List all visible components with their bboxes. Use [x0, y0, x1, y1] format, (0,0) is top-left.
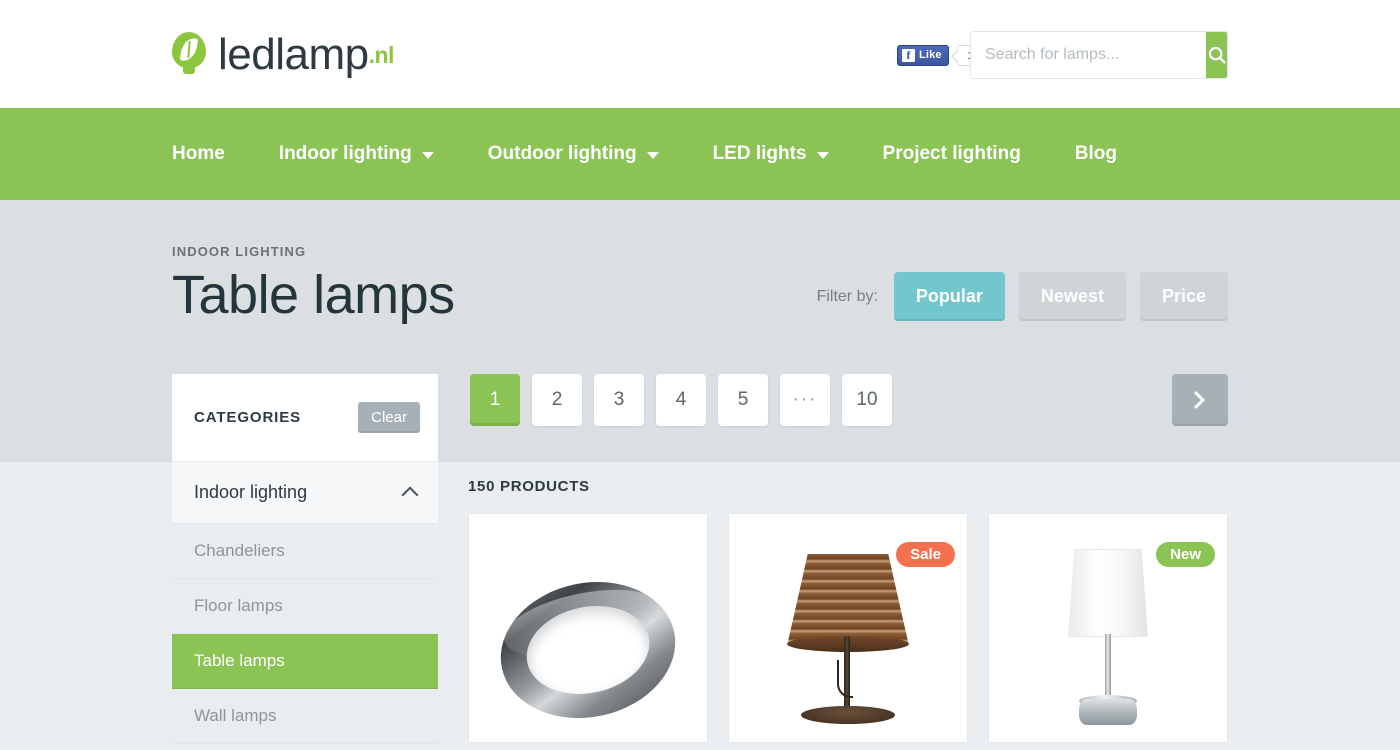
sidebar-heading: CATEGORIES — [194, 409, 302, 426]
logo-tld: .nl — [368, 41, 395, 68]
product-results: 150 PRODUCTS Sale New — [468, 478, 1228, 743]
facebook-like-button[interactable]: f Like — [896, 44, 949, 66]
page-button-3[interactable]: 3 — [594, 374, 644, 426]
sidebar-item-floor-lamps[interactable]: Floor lamps — [172, 579, 438, 634]
category-list: Chandeliers Floor lamps Table lamps Wall… — [172, 524, 438, 750]
sidebar-item-ceiling-lights[interactable]: Ceiling lights — [172, 744, 438, 750]
pagination: 1 2 3 4 5 ··· 10 — [470, 374, 892, 426]
clear-filters-button[interactable]: Clear — [358, 402, 420, 433]
sidebar-header: CATEGORIES Clear — [172, 374, 438, 462]
nav-label: Project lighting — [882, 143, 1021, 164]
breadcrumb: INDOOR LIGHTING — [172, 244, 307, 259]
page-button-2[interactable]: 2 — [532, 374, 582, 426]
chevron-down-icon — [646, 152, 659, 159]
site-logo[interactable]: ledlamp .nl — [172, 28, 394, 82]
search-bar — [970, 31, 1228, 79]
status-badge: Sale — [896, 542, 955, 567]
nav-item-outdoor-lighting[interactable]: Outdoor lighting — [488, 143, 659, 165]
nav-label: Indoor lighting — [278, 143, 412, 164]
product-grid: Sale New — [468, 513, 1228, 743]
search-icon — [1208, 46, 1226, 64]
nav-item-home[interactable]: Home — [172, 143, 225, 165]
nav-label: Blog — [1074, 143, 1118, 164]
chevron-right-icon — [1194, 391, 1205, 409]
page-button-4[interactable]: 4 — [656, 374, 706, 426]
filter-label: Filter by: — [816, 287, 878, 305]
filter-option-popular[interactable]: Popular — [893, 272, 1005, 321]
logo-wordmark: ledlamp — [218, 30, 369, 79]
page-button-1[interactable]: 1 — [470, 374, 520, 426]
page-ellipsis: ··· — [780, 374, 830, 426]
category-sidebar: CATEGORIES Clear Indoor lighting Chandel… — [172, 374, 438, 750]
facebook-icon: f — [901, 48, 915, 62]
content-section: CATEGORIES Clear Indoor lighting Chandel… — [0, 374, 1400, 750]
product-card[interactable]: Sale — [728, 513, 968, 743]
search-submit-button[interactable] — [1206, 32, 1227, 78]
chevron-down-icon — [816, 152, 829, 159]
category-group-label: Indoor lighting — [194, 482, 308, 502]
nav-label: Outdoor lighting — [487, 143, 637, 164]
page-button-10[interactable]: 10 — [842, 374, 892, 426]
sidebar-item-table-lamps[interactable]: Table lamps — [172, 634, 438, 689]
nav-label: Home — [172, 143, 225, 164]
page-root: ledlamp .nl f Like 1.1K Home Indo — [0, 0, 1400, 750]
nav-item-blog[interactable]: Blog — [1075, 143, 1117, 165]
facebook-like-label: Like — [918, 49, 942, 61]
nav-item-indoor-lighting[interactable]: Indoor lighting — [279, 143, 434, 165]
filter-option-newest[interactable]: Newest — [1018, 272, 1126, 321]
chevron-up-icon — [401, 486, 419, 504]
filter-option-price[interactable]: Price — [1139, 272, 1228, 321]
search-input[interactable] — [971, 32, 1206, 78]
product-count-label: 150 PRODUCTS — [468, 478, 590, 495]
page-button-5[interactable]: 5 — [718, 374, 768, 426]
product-card[interactable] — [468, 513, 708, 743]
sidebar-item-chandeliers[interactable]: Chandeliers — [172, 524, 438, 579]
product-card[interactable]: New — [988, 513, 1228, 743]
sidebar-item-wall-lamps[interactable]: Wall lamps — [172, 689, 438, 744]
lightbulb-leaf-icon — [172, 32, 206, 78]
nav-label: LED lights — [712, 143, 807, 164]
filter-bar: Filter by: Popular Newest Price — [817, 272, 1228, 321]
chevron-down-icon — [421, 152, 434, 159]
category-group-indoor-lighting[interactable]: Indoor lighting — [172, 462, 438, 524]
nav-item-led-lights[interactable]: LED lights — [713, 143, 829, 165]
status-badge: New — [1156, 542, 1215, 567]
main-navigation: Home Indoor lighting Outdoor lighting LE… — [0, 108, 1400, 214]
nav-item-project-lighting[interactable]: Project lighting — [883, 143, 1021, 165]
site-header: ledlamp .nl f Like 1.1K — [0, 0, 1400, 108]
pagination-next-button[interactable] — [1172, 374, 1228, 426]
metallic-ring-table-lamp-image — [469, 514, 707, 742]
